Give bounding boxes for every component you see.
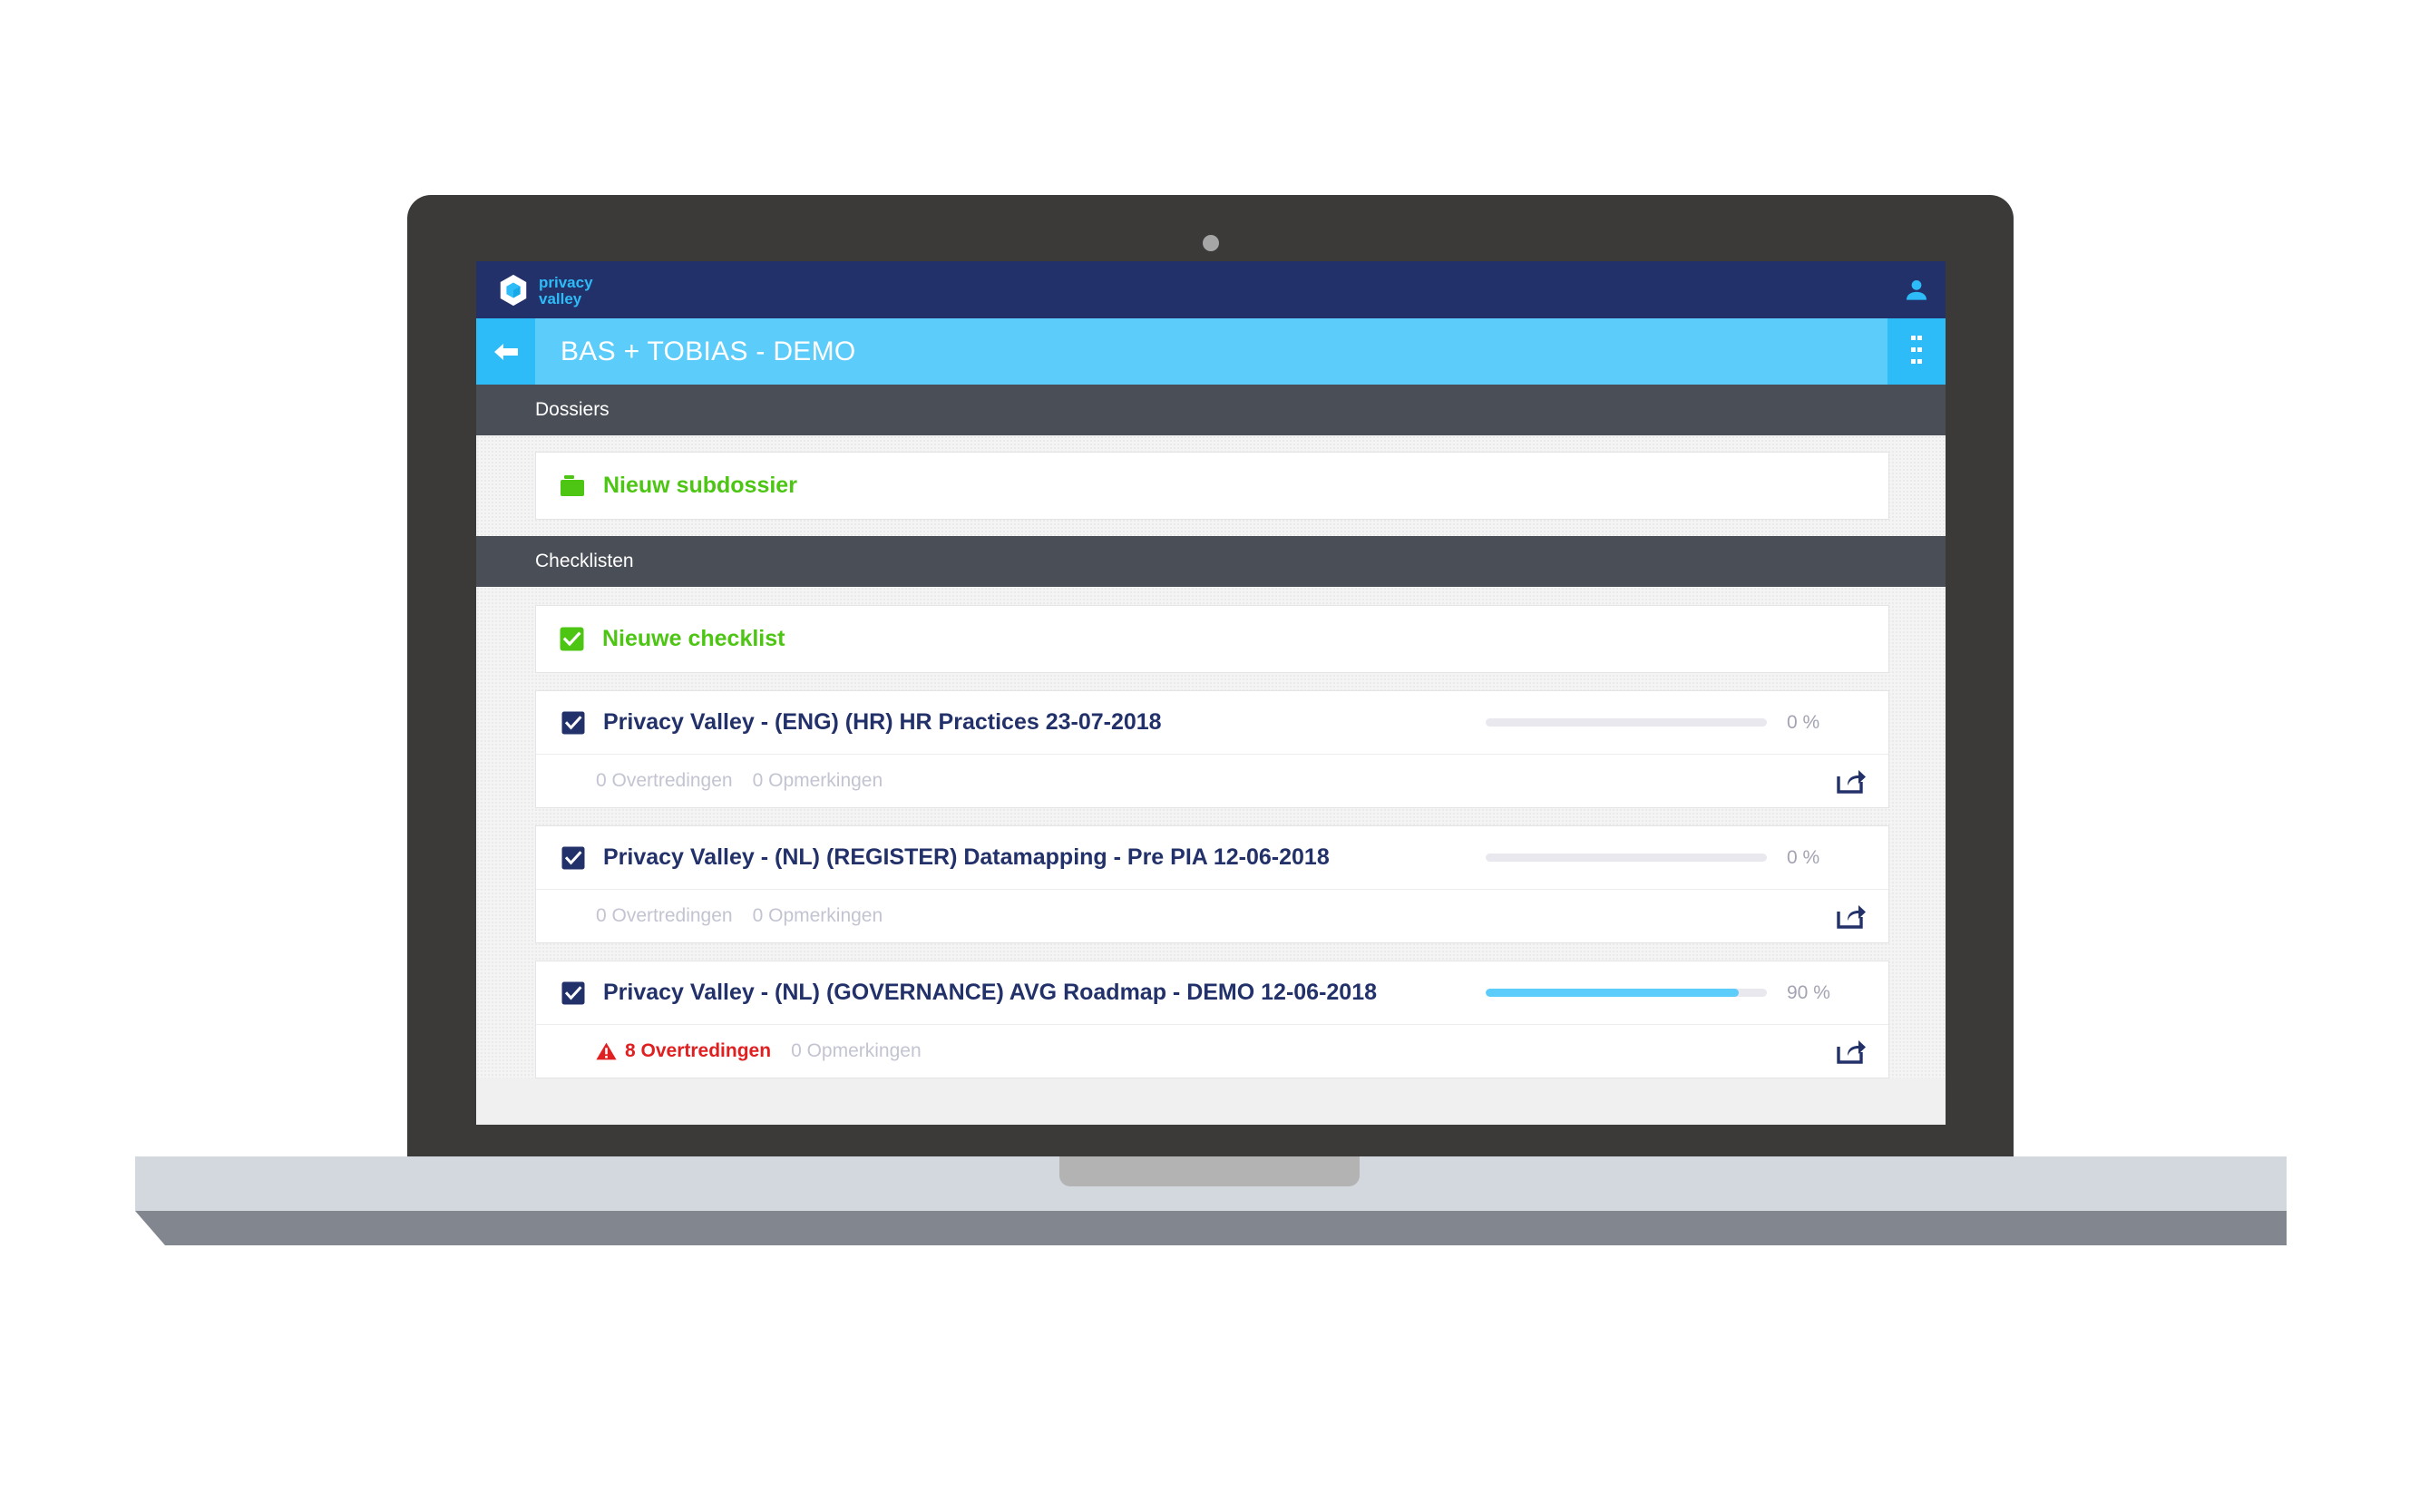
svg-text:privacy: privacy [539, 274, 593, 291]
progress-track [1486, 989, 1767, 997]
dossiers-panel: Nieuw subdossier [476, 435, 1946, 536]
laptop-base-front [135, 1211, 2287, 1245]
checklist-header-row[interactable]: Privacy Valley - (NL) (REGISTER) Datamap… [536, 826, 1888, 889]
laptop-trackpad-notch [1059, 1156, 1360, 1186]
checklist-card[interactable]: Privacy Valley - (ENG) (HR) HR Practices… [535, 690, 1889, 808]
overflow-menu-button[interactable] [1887, 318, 1946, 385]
violations-count: 0 Overtredingen [596, 770, 733, 791]
new-subdossier-label: Nieuw subdossier [603, 473, 797, 498]
checklist-header-row[interactable]: Privacy Valley - (NL) (GOVERNANCE) AVG R… [536, 961, 1888, 1024]
checklist-title: Privacy Valley - (NL) (REGISTER) Datamap… [603, 844, 1330, 870]
section-header-checklisten: Checklisten [476, 536, 1946, 587]
svg-text:valley: valley [539, 290, 582, 307]
checklist-card[interactable]: Privacy Valley - (NL) (REGISTER) Datamap… [535, 825, 1889, 943]
folder-icon [561, 474, 584, 496]
remarks-item: 0 Opmerkingen [753, 770, 883, 792]
new-checklist-label: Nieuwe checklist [602, 626, 785, 651]
new-subdossier-card[interactable]: Nieuw subdossier [535, 452, 1889, 520]
remarks-count: 0 Opmerkingen [791, 1040, 922, 1061]
privacy-valley-cube-icon [500, 274, 527, 306]
green-check-icon [560, 627, 584, 651]
laptop-screen: privacy valley BAS + TOBIAS - DEMO Dossi… [476, 261, 1946, 1125]
top-navbar: privacy valley [476, 261, 1946, 318]
checklist-meta-row: 0 Overtredingen 0 Opmerkingen [536, 889, 1888, 942]
remarks-item: 0 Opmerkingen [791, 1040, 922, 1062]
webcam-dot [1202, 235, 1219, 251]
new-subdossier-row[interactable]: Nieuw subdossier [536, 453, 1888, 519]
back-button[interactable] [476, 318, 537, 385]
checklist-meta-items: 0 Overtredingen 0 Opmerkingen [596, 770, 1836, 792]
brand-logo[interactable]: privacy valley [476, 272, 637, 308]
checklist-title: Privacy Valley - (NL) (GOVERNANCE) AVG R… [603, 980, 1378, 1005]
checklist-progress: 0 % [1348, 847, 1865, 869]
progress-percent: 0 % [1787, 711, 1820, 733]
new-checklist-card[interactable]: Nieuwe checklist [535, 605, 1889, 673]
checklist-meta-row: 0 Overtredingen 0 Opmerkingen [536, 754, 1888, 807]
context-titlebar: BAS + TOBIAS - DEMO [476, 318, 1946, 385]
brand-wordmark: privacy valley [539, 274, 593, 307]
checklist-progress: 0 % [1180, 712, 1865, 734]
checklist-checkbox[interactable] [561, 711, 585, 735]
section-label-checklisten: Checklisten [535, 551, 634, 571]
user-account-button[interactable] [1887, 261, 1946, 318]
checklist-title: Privacy Valley - (ENG) (HR) HR Practices… [603, 709, 1162, 735]
application-window: privacy valley BAS + TOBIAS - DEMO Dossi… [476, 261, 1946, 1125]
progress-track [1486, 718, 1767, 727]
violations-count: 8 Overtredingen [625, 1040, 772, 1061]
violations-item: 0 Overtredingen [596, 905, 733, 927]
violations-item: 8 Overtredingen [596, 1040, 771, 1062]
user-icon [1907, 279, 1926, 300]
remarks-count: 0 Opmerkingen [752, 770, 883, 791]
violations-count: 0 Overtredingen [596, 905, 733, 926]
violations-item: 0 Overtredingen [596, 770, 733, 792]
checklist-checkbox[interactable] [561, 981, 585, 1005]
progress-percent: 0 % [1787, 846, 1820, 868]
checklist-checkbox[interactable] [561, 846, 585, 870]
checklist-header-row[interactable]: Privacy Valley - (ENG) (HR) HR Practices… [536, 691, 1888, 754]
screenshot-root: privacy valley BAS + TOBIAS - DEMO Dossi… [0, 0, 2419, 1512]
section-label-dossiers: Dossiers [535, 399, 610, 420]
remarks-count: 0 Opmerkingen [752, 905, 883, 926]
checklist-card[interactable]: Privacy Valley - (NL) (GOVERNANCE) AVG R… [535, 961, 1889, 1078]
checklist-meta-items: 0 Overtredingen 0 Opmerkingen [596, 905, 1836, 927]
share-icon[interactable] [1836, 1038, 1867, 1065]
section-header-dossiers: Dossiers [476, 385, 1946, 435]
checklist-progress: 90 % [1395, 982, 1865, 1004]
new-checklist-row[interactable]: Nieuwe checklist [536, 606, 1888, 672]
laptop-base-front-right [2077, 1211, 2287, 1245]
checklist-meta-row: 8 Overtredingen 0 Opmerkingen [536, 1024, 1888, 1078]
arrow-left-icon [493, 343, 518, 360]
remarks-item: 0 Opmerkingen [753, 905, 883, 927]
progress-percent: 90 % [1787, 981, 1830, 1003]
progress-track [1486, 854, 1767, 862]
checklist-meta-items: 8 Overtredingen 0 Opmerkingen [596, 1040, 1836, 1062]
share-icon[interactable] [1836, 902, 1867, 930]
checklisten-panel: Nieuwe checklist Privacy Valley - (ENG) … [476, 587, 1946, 1078]
share-icon[interactable] [1836, 767, 1867, 795]
warning-triangle-icon [596, 1042, 617, 1060]
context-title-area: BAS + TOBIAS - DEMO [537, 318, 1887, 385]
grid-dots-icon [1911, 335, 1922, 364]
page-title: BAS + TOBIAS - DEMO [561, 336, 856, 366]
progress-fill [1486, 989, 1739, 997]
